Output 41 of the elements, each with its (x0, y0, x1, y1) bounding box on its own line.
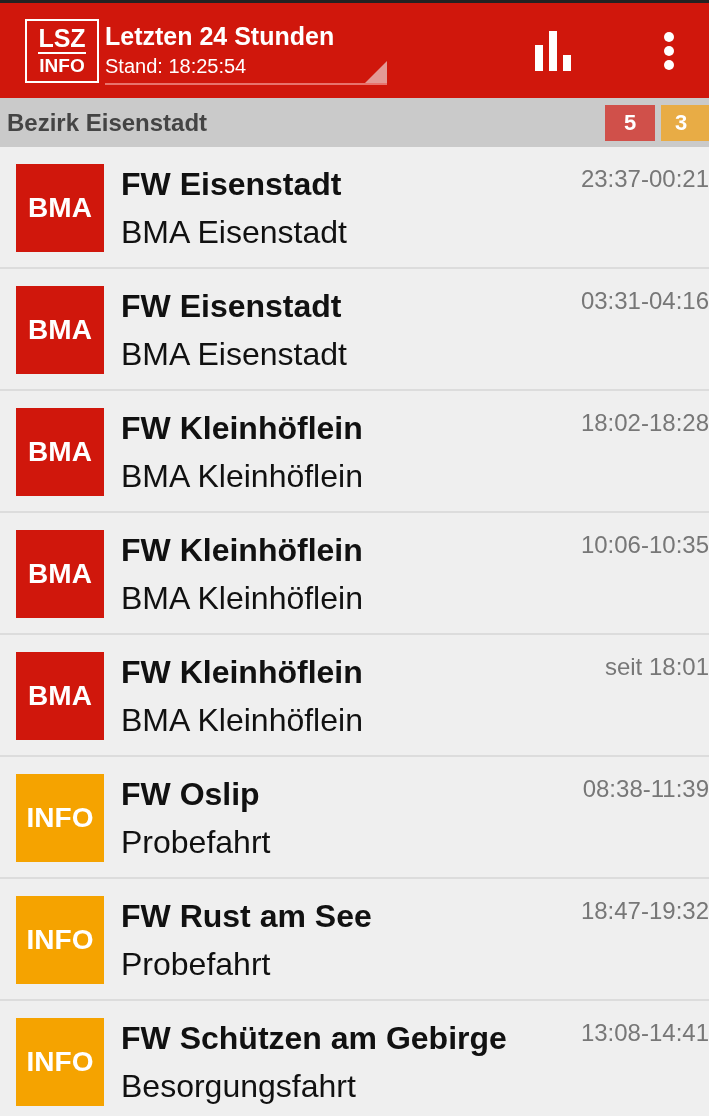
incident-description: Besorgungsfahrt (121, 1067, 356, 1106)
type-badge: BMA (16, 652, 104, 740)
menu-icon[interactable] (663, 30, 675, 71)
time-range: 10:06-10:35 (580, 531, 709, 559)
type-badge: INFO (16, 1018, 104, 1106)
time-range-dropdown[interactable]: Letzten 24 Stunden Stand: 18:25:54 (105, 16, 387, 85)
incident-description: BMA Eisenstadt (121, 213, 347, 252)
district-title: Bezirk Eisenstadt (7, 108, 208, 137)
station-name: FW Eisenstadt (121, 287, 342, 326)
station-name: FW Rust am See (121, 897, 372, 936)
type-badge: INFO (16, 774, 104, 862)
logo-text: LSZ (38, 26, 86, 54)
count-badge: 3 (661, 105, 709, 141)
type-badge: INFO (16, 896, 104, 984)
incident-description: Probefahrt (121, 945, 271, 984)
incident-description: BMA Kleinhöflein (121, 457, 363, 496)
station-name: FW Eisenstadt (121, 165, 342, 204)
type-badge: BMA (16, 408, 104, 496)
station-name: FW Oslip (121, 775, 260, 814)
time-range: 13:08-14:41 (580, 1019, 709, 1047)
logo-text: INFO (39, 54, 85, 75)
station-name: FW Kleinhöflein (121, 653, 363, 692)
incident-description: Probefahrt (121, 823, 271, 862)
incident-description: BMA Kleinhöflein (121, 701, 363, 740)
time-range: 08:38-11:39 (582, 775, 709, 803)
station-name: FW Schützen am Gebirge (121, 1019, 507, 1058)
bar-chart-icon[interactable] (535, 30, 571, 71)
station-name: FW Kleinhöflein (121, 409, 363, 448)
time-range: seit 18:01 (604, 653, 709, 681)
time-range: 03:31-04:16 (580, 287, 709, 315)
time-range: 18:47-19:32 (580, 897, 709, 925)
station-name: FW Kleinhöflein (121, 531, 363, 570)
incident-description: BMA Eisenstadt (121, 335, 347, 374)
type-badge: BMA (16, 164, 104, 252)
dropdown-corner-icon (365, 60, 387, 83)
time-range: 18:02-18:28 (580, 409, 709, 437)
incident-description: BMA Kleinhöflein (121, 579, 363, 618)
time-range: 23:37-00:21 (580, 165, 709, 193)
type-badge: BMA (16, 286, 104, 374)
count-badge: 5 (605, 105, 655, 141)
type-badge: BMA (16, 530, 104, 618)
